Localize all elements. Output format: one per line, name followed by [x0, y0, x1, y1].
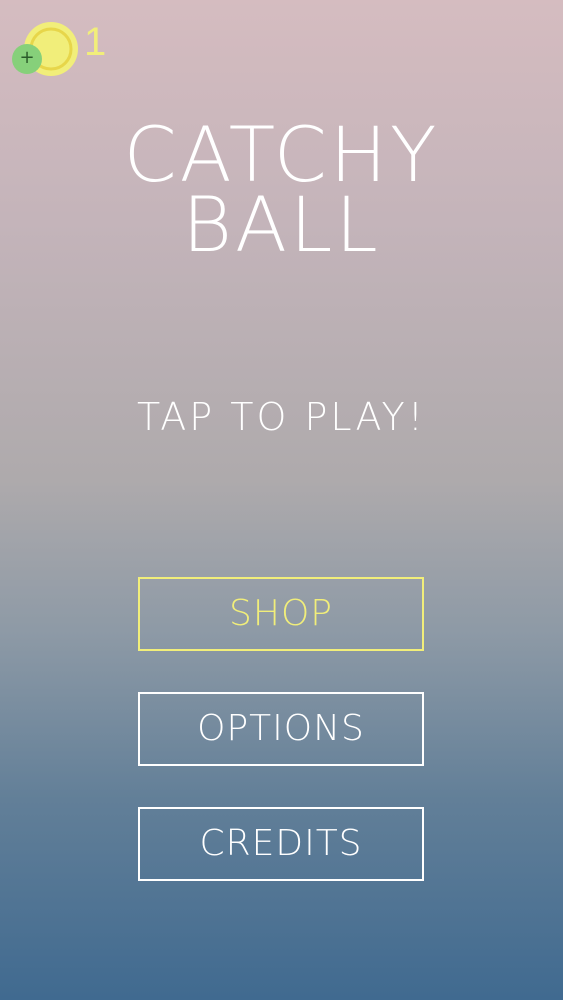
- coin-counter: + 1: [10, 16, 130, 76]
- plus-icon[interactable]: +: [12, 44, 42, 74]
- tap-to-play-prompt[interactable]: TAP TO PLAY!: [0, 395, 563, 439]
- credits-button[interactable]: CREDITS: [138, 807, 424, 881]
- title-line-2: BALL: [182, 180, 381, 269]
- options-button[interactable]: OPTIONS: [138, 692, 424, 766]
- coin-count: 1: [84, 20, 108, 64]
- shop-button[interactable]: SHOP: [138, 577, 424, 651]
- game-title: CATCHY BALL: [0, 117, 563, 269]
